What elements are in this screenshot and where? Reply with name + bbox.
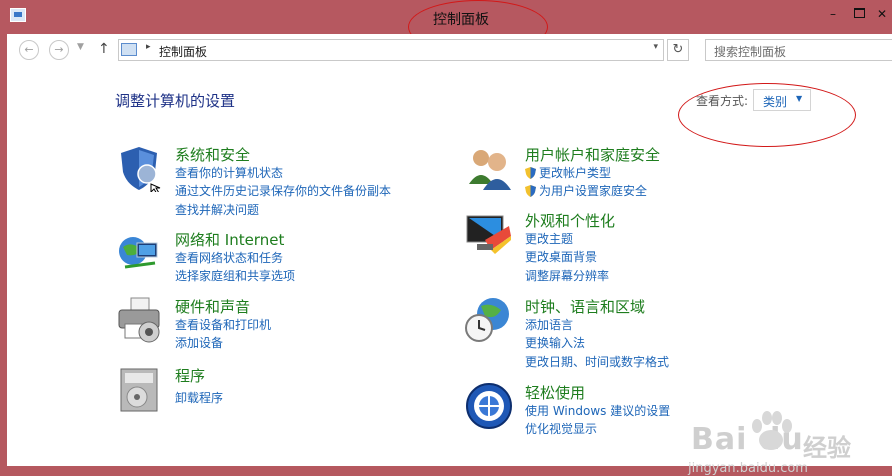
category-title[interactable]: 用户帐户和家庭安全 xyxy=(525,144,660,165)
link-desktop-background[interactable]: 更改桌面背景 xyxy=(525,248,597,265)
category-title[interactable]: 轻松使用 xyxy=(525,382,585,403)
category-title[interactable]: 外观和个性化 xyxy=(525,210,615,231)
category-clock-language: 时钟、语言和区域 添加语言 更换输入法 更改日期、时间或数字格式 xyxy=(465,296,785,369)
category-title[interactable]: 时钟、语言和区域 xyxy=(525,296,645,317)
category-system-security: 系统和安全 查看你的计算机状态 通过文件历史记录保存你的文件备份副本 查找并解决… xyxy=(115,144,435,217)
link-label: 更改帐户类型 xyxy=(539,166,612,180)
category-network-internet: 网络和 Internet 查看网络状态和任务 选择家庭组和共享选项 xyxy=(115,229,435,284)
address-dropdown-icon[interactable]: ▾ xyxy=(653,42,658,52)
control-panel-app-icon[interactable] xyxy=(10,8,26,22)
breadcrumb[interactable]: 控制面板 xyxy=(159,43,207,60)
link-uninstall-program[interactable]: 卸载程序 xyxy=(175,389,223,406)
control-panel-window: ← → ▼ ↑ ▸ 控制面板 ▾ ↻ 搜索控制面板 调整计算机的设置 查看方式:… xyxy=(7,34,892,476)
back-button[interactable]: ← xyxy=(19,40,39,60)
link-change-theme[interactable]: 更改主题 xyxy=(525,230,573,247)
breadcrumb-separator-icon[interactable]: ▸ xyxy=(146,42,151,52)
category-user-accounts: 用户帐户和家庭安全 更改帐户类型 为用户设置家庭安全 xyxy=(465,144,785,199)
link-devices-printers[interactable]: 查看设备和打印机 xyxy=(175,316,271,333)
printer-icon[interactable] xyxy=(115,296,163,344)
network-globe-icon[interactable] xyxy=(115,229,163,277)
link-add-language[interactable]: 添加语言 xyxy=(525,316,573,333)
link-add-device[interactable]: 添加设备 xyxy=(175,334,223,351)
users-icon[interactable] xyxy=(465,144,513,192)
baidu-paw-icon xyxy=(752,411,792,450)
address-toolbar: ← → ▼ ↑ ▸ 控制面板 ▾ ↻ 搜索控制面板 xyxy=(7,34,892,64)
close-button[interactable]: ✕ xyxy=(872,5,892,23)
link-view-computer-status[interactable]: 查看你的计算机状态 xyxy=(175,164,283,181)
baidu-watermark-text: 经验 xyxy=(803,434,851,462)
address-bar[interactable]: ▸ 控制面板 ▾ xyxy=(118,39,664,61)
title-bar: 控制面板 – ✕ xyxy=(0,0,892,54)
monitor-palette-icon[interactable] xyxy=(465,210,513,258)
link-network-status[interactable]: 查看网络状态和任务 xyxy=(175,249,283,266)
link-troubleshoot[interactable]: 查找并解决问题 xyxy=(175,201,259,218)
category-appearance: 外观和个性化 更改主题 更改桌面背景 调整屏幕分辨率 xyxy=(465,210,785,283)
refresh-button[interactable]: ↻ xyxy=(667,39,689,61)
link-windows-recommended-settings[interactable]: 使用 Windows 建议的设置 xyxy=(525,402,670,419)
link-change-input-method[interactable]: 更换输入法 xyxy=(525,334,585,351)
search-placeholder: 搜索控制面板 xyxy=(714,45,787,59)
link-change-account-type[interactable]: 更改帐户类型 xyxy=(525,164,611,181)
link-optimize-visual-display[interactable]: 优化视觉显示 xyxy=(525,420,597,437)
category-title[interactable]: 硬件和声音 xyxy=(175,296,250,317)
link-homegroup-sharing[interactable]: 选择家庭组和共享选项 xyxy=(175,267,295,284)
maximize-icon xyxy=(853,8,865,18)
uac-shield-icon xyxy=(525,185,536,197)
recent-locations-button[interactable]: ▼ xyxy=(77,42,84,52)
category-title[interactable]: 程序 xyxy=(175,365,205,386)
shield-security-icon[interactable] xyxy=(115,144,163,192)
maximize-button[interactable] xyxy=(848,5,870,23)
category-title[interactable]: 系统和安全 xyxy=(175,144,250,165)
programs-box-icon[interactable] xyxy=(115,365,163,413)
category-programs: 程序 卸载程序 xyxy=(115,365,435,420)
annotation-ellipse-view xyxy=(678,83,856,147)
link-family-safety[interactable]: 为用户设置家庭安全 xyxy=(525,182,647,199)
baidu-watermark-url: jingyan.baidu.com xyxy=(688,461,808,476)
ease-of-access-icon[interactable] xyxy=(465,382,513,430)
page-title: 调整计算机的设置 xyxy=(115,92,236,110)
link-date-time-format[interactable]: 更改日期、时间或数字格式 xyxy=(525,353,669,370)
clock-globe-icon[interactable] xyxy=(465,296,513,344)
link-file-history-backup[interactable]: 通过文件历史记录保存你的文件备份副本 xyxy=(175,182,391,199)
forward-button[interactable]: → xyxy=(49,40,69,60)
link-label: 为用户设置家庭安全 xyxy=(539,184,648,198)
minimize-button[interactable]: – xyxy=(822,5,844,23)
uac-shield-icon xyxy=(525,167,536,179)
category-hardware-sound: 硬件和声音 查看设备和打印机 添加设备 xyxy=(115,296,435,351)
category-title[interactable]: 网络和 Internet xyxy=(175,229,284,250)
link-screen-resolution[interactable]: 调整屏幕分辨率 xyxy=(525,267,609,284)
search-input[interactable]: 搜索控制面板 xyxy=(705,39,892,61)
up-button[interactable]: ↑ xyxy=(98,41,110,57)
control-panel-icon xyxy=(121,43,137,56)
